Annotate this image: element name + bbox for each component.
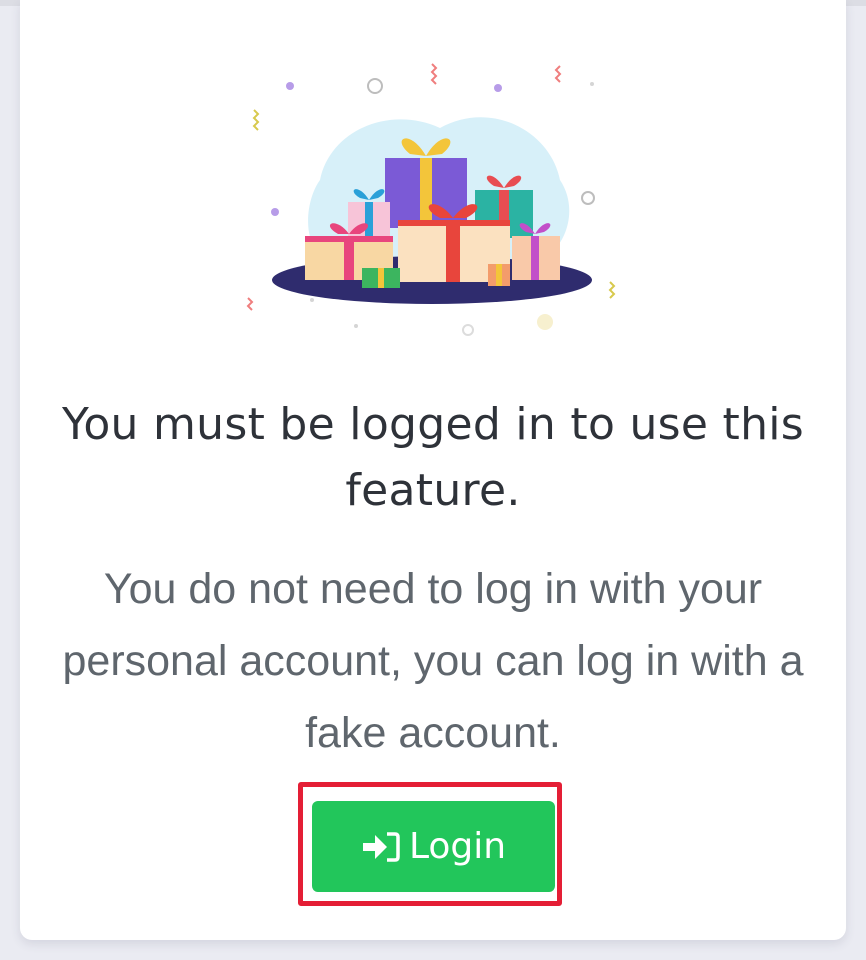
login-button-label: Login — [408, 826, 507, 867]
login-required-heading: You must be logged in to use this featur… — [61, 399, 805, 516]
login-required-description: You do not need to log in with your pers… — [62, 565, 804, 757]
gift-boxes-illustration — [246, 63, 616, 336]
sign-in-icon — [361, 830, 401, 864]
login-button[interactable]: Login — [312, 801, 555, 892]
